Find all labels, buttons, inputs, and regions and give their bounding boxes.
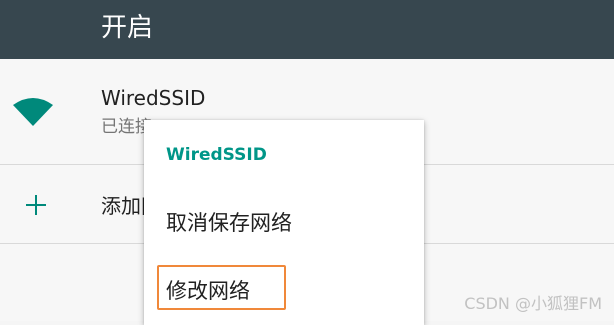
header-title: 开启: [101, 13, 154, 43]
watermark-text: CSDN @小狐狸FM: [464, 294, 602, 313]
network-context-menu: WiredSSID 取消保存网络 修改网络: [144, 120, 424, 325]
forget-network-option[interactable]: 取消保存网络: [166, 209, 292, 237]
plus-icon: [26, 195, 46, 215]
modify-network-option[interactable]: 修改网络: [166, 277, 250, 305]
wifi-signal-icon: [13, 98, 53, 126]
wifi-network-name: WiredSSID: [101, 86, 206, 110]
app-header: 开启: [0, 0, 614, 59]
context-menu-title: WiredSSID: [166, 145, 267, 165]
